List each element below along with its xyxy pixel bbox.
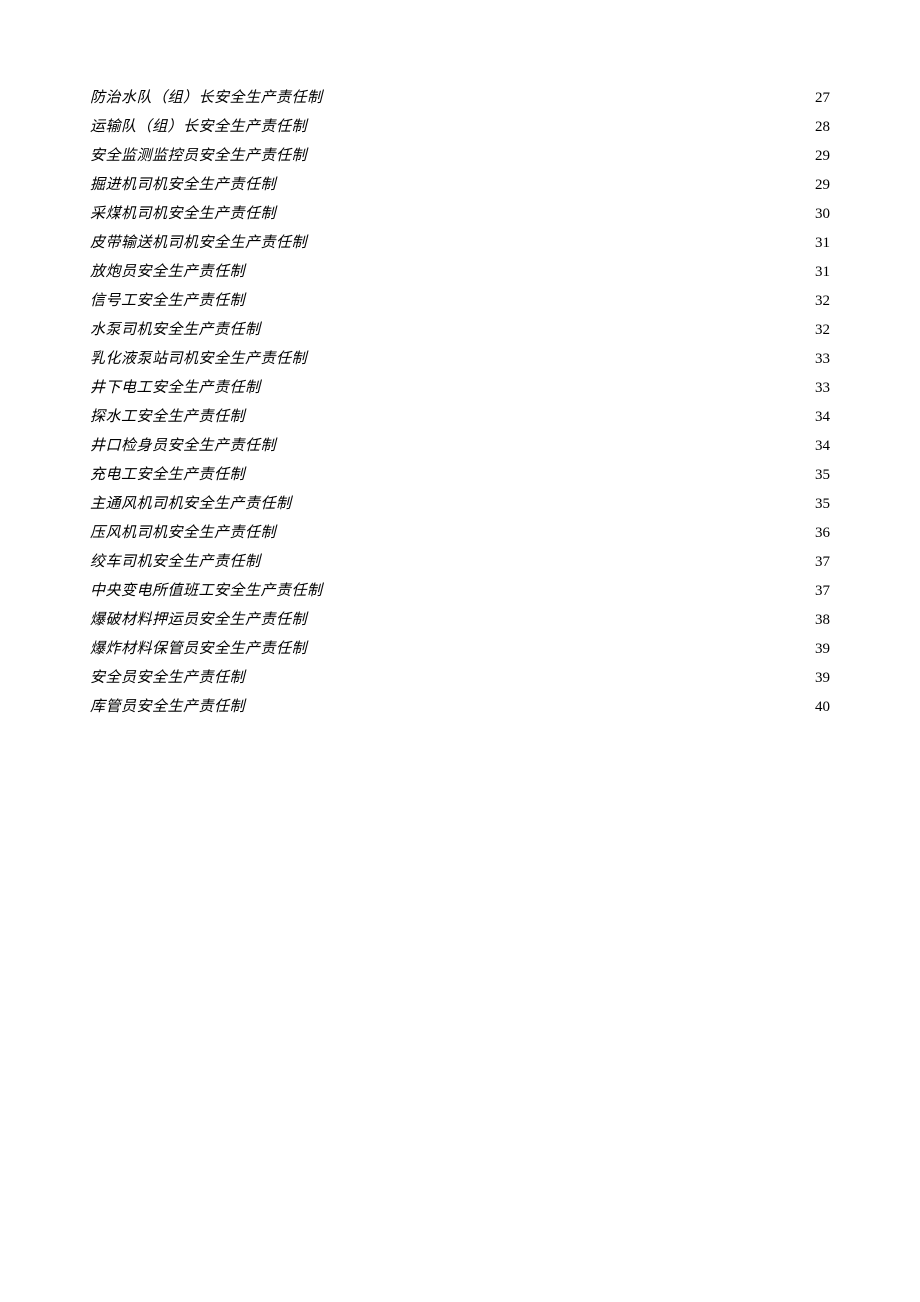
toc-title: 信号工安全生产责任制 [90, 287, 245, 316]
table-of-contents: 防治水队（组）长安全生产责任制27运输队（组）长安全生产责任制28安全监测监控员… [90, 84, 830, 722]
toc-entry[interactable]: 信号工安全生产责任制 32 [90, 287, 830, 316]
toc-entry[interactable]: 中央变电所值班工安全生产责任制 37 [90, 577, 830, 606]
toc-entry[interactable]: 运输队（组）长安全生产责任制 28 [90, 113, 830, 142]
toc-page-number: 36 [813, 519, 830, 548]
toc-title: 采煤机司机安全生产责任制 [90, 200, 276, 229]
toc-entry[interactable]: 安全员安全生产责任制 39 [90, 664, 830, 693]
toc-title: 防治水队（组）长安全生产责任制 [90, 84, 323, 113]
toc-title: 中央变电所值班工安全生产责任制 [90, 577, 323, 606]
toc-page-number: 29 [813, 171, 830, 200]
toc-page-number: 37 [813, 577, 830, 606]
toc-entry[interactable]: 爆破材料押运员安全生产责任制 38 [90, 606, 830, 635]
toc-page-number: 37 [813, 548, 830, 577]
toc-page-number: 34 [813, 403, 830, 432]
toc-title: 库管员安全生产责任制 [90, 693, 245, 722]
toc-page-number: 31 [813, 229, 830, 258]
toc-title: 掘进机司机安全生产责任制 [90, 171, 276, 200]
toc-entry[interactable]: 安全监测监控员安全生产责任制 29 [90, 142, 830, 171]
toc-entry[interactable]: 爆炸材料保管员安全生产责任制 39 [90, 635, 830, 664]
toc-entry[interactable]: 防治水队（组）长安全生产责任制 27 [90, 84, 830, 113]
toc-page-number: 31 [813, 258, 830, 287]
toc-page-number: 29 [813, 142, 830, 171]
toc-page-number: 28 [813, 113, 830, 142]
toc-title: 绞车司机安全生产责任制 [90, 548, 261, 577]
toc-title: 安全员安全生产责任制 [90, 664, 245, 693]
toc-entry[interactable]: 主通风机司机安全生产责任制 35 [90, 490, 830, 519]
toc-title: 充电工安全生产责任制 [90, 461, 245, 490]
toc-entry[interactable]: 掘进机司机安全生产责任制 29 [90, 171, 830, 200]
toc-page-number: 40 [813, 693, 830, 722]
toc-page-number: 35 [813, 490, 830, 519]
toc-title: 压风机司机安全生产责任制 [90, 519, 276, 548]
toc-entry[interactable]: 压风机司机安全生产责任制 36 [90, 519, 830, 548]
toc-page-number: 33 [813, 345, 830, 374]
toc-entry[interactable]: 井下电工安全生产责任制 33 [90, 374, 830, 403]
toc-entry[interactable]: 乳化液泵站司机安全生产责任制 33 [90, 345, 830, 374]
toc-entry[interactable]: 放炮员安全生产责任制 31 [90, 258, 830, 287]
toc-page-number: 39 [813, 664, 830, 693]
toc-title: 井口检身员安全生产责任制 [90, 432, 276, 461]
toc-entry[interactable]: 探水工安全生产责任制 34 [90, 403, 830, 432]
toc-page-number: 32 [813, 316, 830, 345]
toc-title: 乳化液泵站司机安全生产责任制 [90, 345, 307, 374]
toc-page-number: 27 [813, 84, 830, 113]
toc-title: 放炮员安全生产责任制 [90, 258, 245, 287]
toc-title: 井下电工安全生产责任制 [90, 374, 261, 403]
toc-entry[interactable]: 采煤机司机安全生产责任制 30 [90, 200, 830, 229]
toc-page-number: 33 [813, 374, 830, 403]
toc-page-number: 32 [813, 287, 830, 316]
toc-entry[interactable]: 井口检身员安全生产责任制 34 [90, 432, 830, 461]
toc-title: 爆炸材料保管员安全生产责任制 [90, 635, 307, 664]
toc-page-number: 35 [813, 461, 830, 490]
toc-entry[interactable]: 绞车司机安全生产责任制 37 [90, 548, 830, 577]
toc-page-number: 34 [813, 432, 830, 461]
toc-entry[interactable]: 水泵司机安全生产责任制 32 [90, 316, 830, 345]
toc-title: 运输队（组）长安全生产责任制 [90, 113, 307, 142]
toc-title: 爆破材料押运员安全生产责任制 [90, 606, 307, 635]
toc-entry[interactable]: 库管员安全生产责任制 40 [90, 693, 830, 722]
toc-title: 皮带输送机司机安全生产责任制 [90, 229, 307, 258]
toc-entry[interactable]: 皮带输送机司机安全生产责任制 31 [90, 229, 830, 258]
toc-title: 主通风机司机安全生产责任制 [90, 490, 292, 519]
toc-page-number: 38 [813, 606, 830, 635]
toc-title: 水泵司机安全生产责任制 [90, 316, 261, 345]
toc-title: 探水工安全生产责任制 [90, 403, 245, 432]
toc-page-number: 30 [813, 200, 830, 229]
toc-title: 安全监测监控员安全生产责任制 [90, 142, 307, 171]
toc-entry[interactable]: 充电工安全生产责任制 35 [90, 461, 830, 490]
toc-page-number: 39 [813, 635, 830, 664]
